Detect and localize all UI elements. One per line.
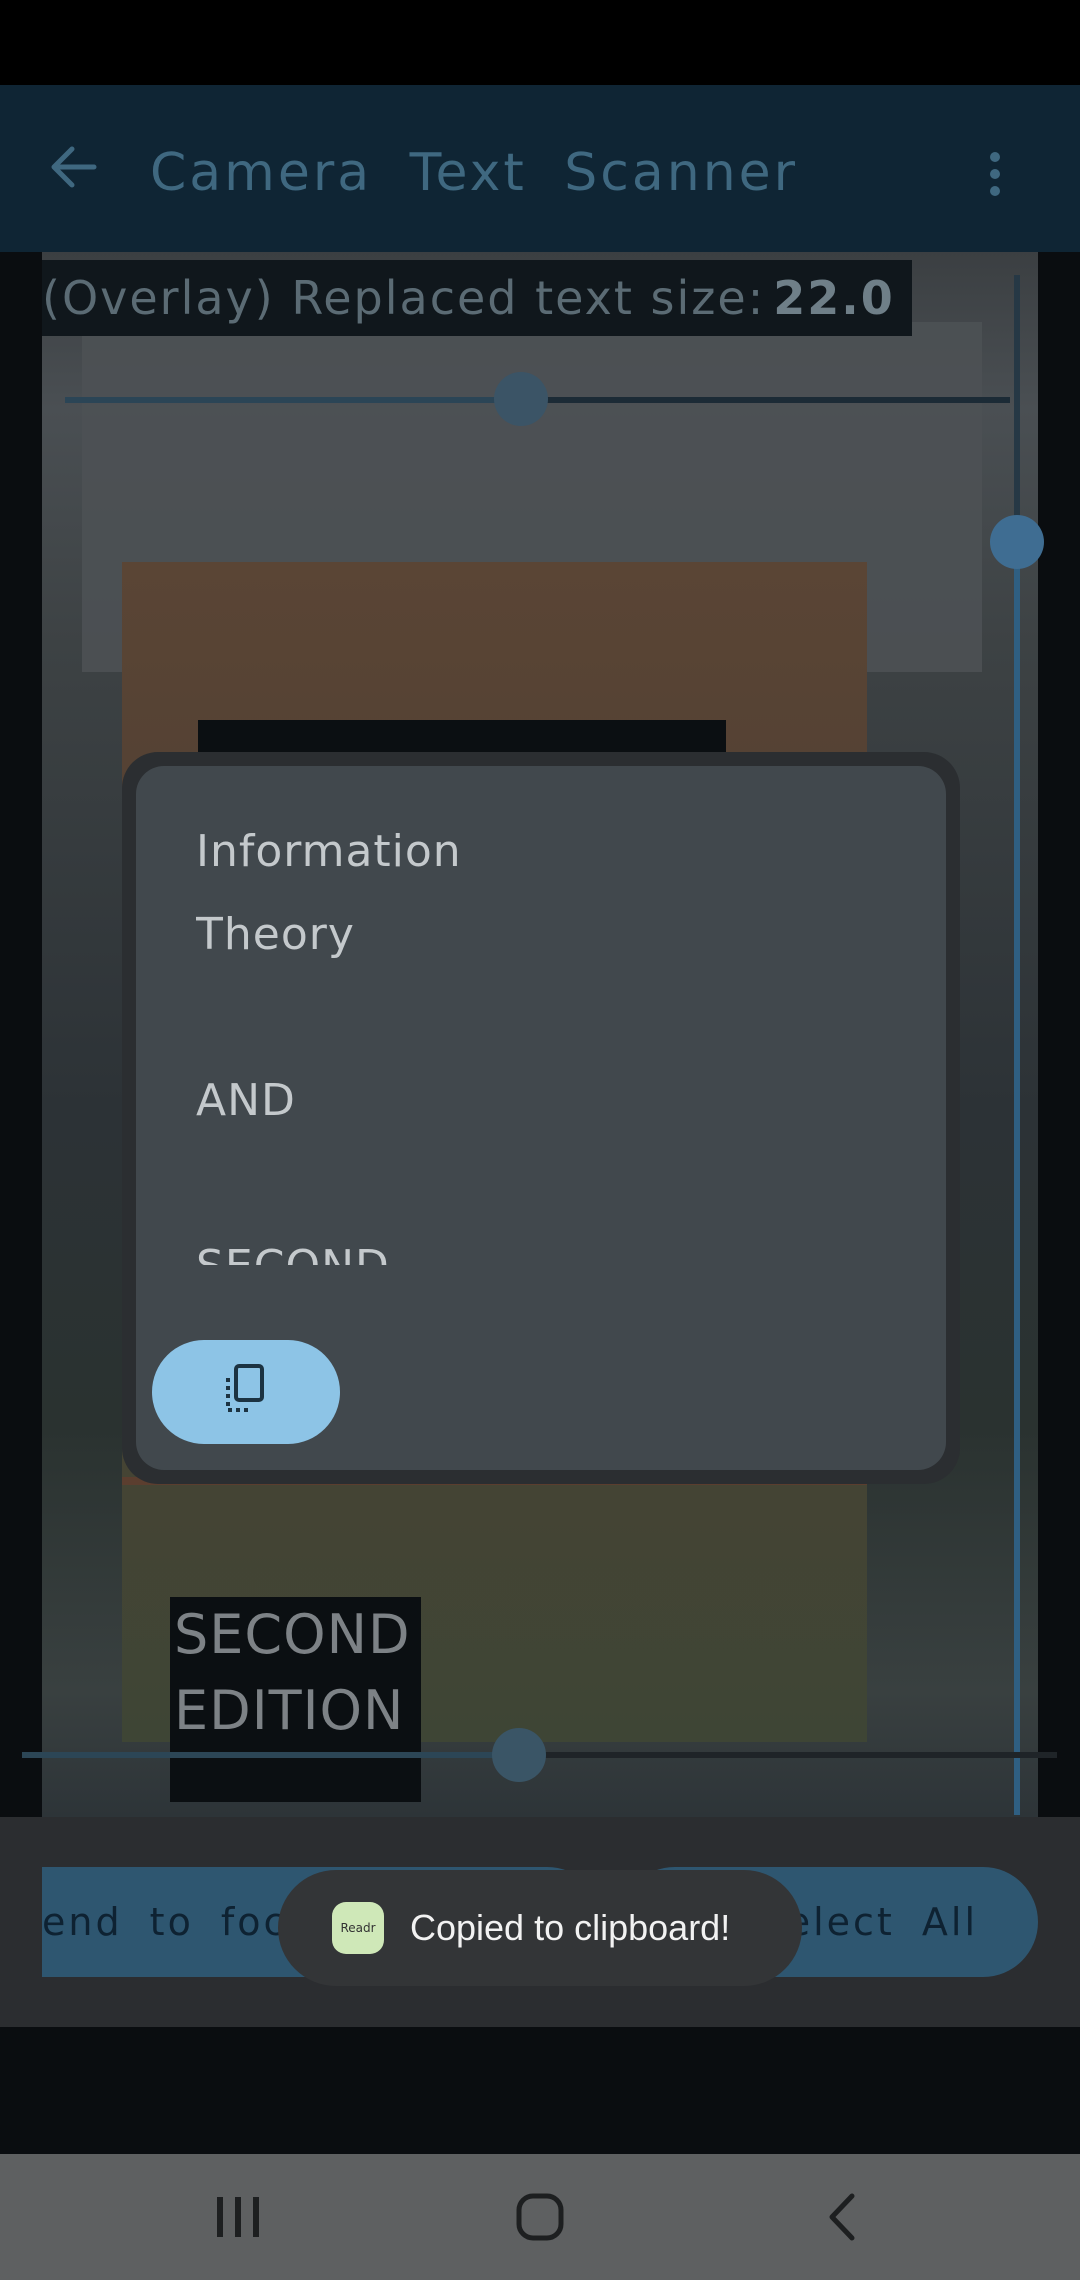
- bottom-slider-thumb[interactable]: [492, 1728, 546, 1782]
- more-vert-icon[interactable]: [980, 145, 1010, 215]
- status-bar: [0, 0, 1080, 85]
- dialog-line: [196, 1142, 896, 1225]
- text-size-slider-thumb[interactable]: [494, 372, 548, 426]
- dialog-line: Theory: [196, 909, 355, 960]
- dialog-line: SECOND: [196, 1225, 896, 1265]
- detected-line-2: EDITION: [174, 1679, 405, 1742]
- toast: Readr Copied to clipboard!: [278, 1870, 802, 1986]
- home-icon[interactable]: [500, 2182, 580, 2252]
- camera-right-edge: [1038, 252, 1080, 1817]
- dialog-text-content[interactable]: Information Theory AND SECOND: [196, 810, 896, 1265]
- overlay-text-size-label: (Overlay) Replaced text size: 22.0: [42, 260, 912, 336]
- overlay-label-text: (Overlay) Replaced text size:: [42, 271, 766, 325]
- bottom-slider-fill: [22, 1752, 522, 1758]
- dialog-line: [196, 976, 896, 1059]
- dialog-line: Information: [196, 826, 462, 877]
- readr-app-icon: Readr: [332, 1902, 384, 1954]
- detected-text-box-second-edition[interactable]: SECOND EDITION: [170, 1597, 421, 1802]
- back-arrow-icon[interactable]: [44, 137, 104, 197]
- bottom-spacer: [0, 2027, 1080, 2154]
- detected-line-1: SECOND: [174, 1603, 411, 1666]
- back-nav-icon[interactable]: [802, 2182, 882, 2252]
- copy-icon: [220, 1362, 272, 1422]
- vertical-slider-fill: [1014, 540, 1020, 1815]
- system-nav-bar: [0, 2154, 1080, 2280]
- overlay-size-value: 22.0: [773, 271, 895, 325]
- copy-button[interactable]: [152, 1340, 340, 1444]
- app-bar: Camera Text Scanner: [0, 85, 1080, 252]
- camera-left-edge: [0, 252, 42, 1817]
- page-title: Camera Text Scanner: [150, 143, 799, 203]
- toast-message: Copied to clipboard!: [410, 1907, 731, 1948]
- vertical-slider-thumb[interactable]: [990, 515, 1044, 569]
- recent-apps-icon[interactable]: [198, 2182, 278, 2252]
- dialog-line: AND: [196, 1075, 296, 1126]
- text-size-slider-fill: [65, 397, 520, 403]
